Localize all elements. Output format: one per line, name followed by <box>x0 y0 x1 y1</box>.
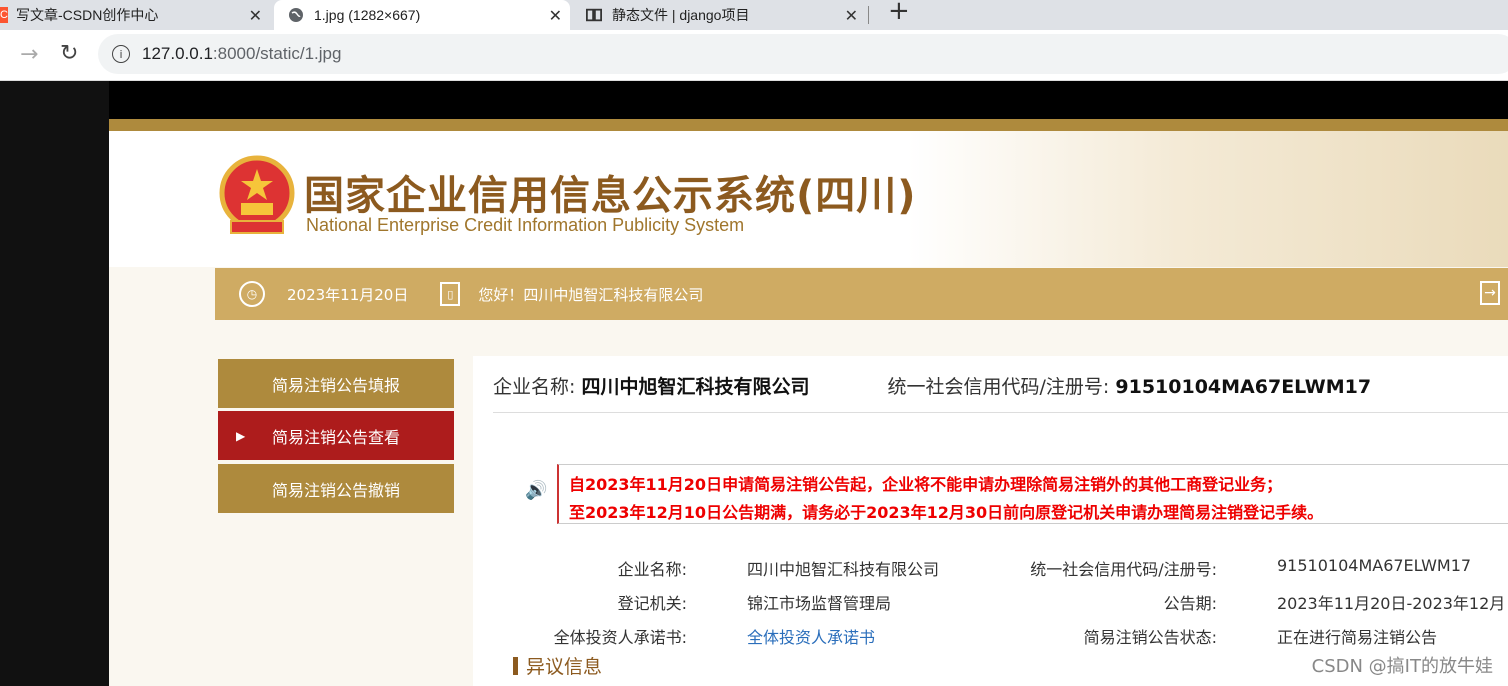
notice-line-1: 自2023年11月20日申请简易注销公告起，企业将不能申请办理除简易注销外的其他… <box>569 475 1283 494</box>
tab-label: 写文章-CSDN创作中心 <box>16 7 159 23</box>
menu-item-revoke[interactable]: 简易注销公告撤销 <box>218 464 454 513</box>
current-date: 2023年11月20日 <box>287 285 409 304</box>
site-title-cn: 国家企业信用信息公示系统(四川) <box>304 173 917 219</box>
code-label: 统一社会信用代码/注册号: <box>887 376 1110 398</box>
tab-bar: C 写文章-CSDN创作中心 ✕ 1.jpg (1282×667) ✕ 静态文件… <box>0 0 1508 30</box>
objection-label: 异议信息 <box>526 656 603 678</box>
info-icon[interactable]: i <box>112 45 130 63</box>
address-bar[interactable]: i 127.0.0.1:8000/static/1.jpg <box>98 34 1508 74</box>
menu-item-label: 简易注销公告撤销 <box>271 480 400 500</box>
detail-name-value: 四川中旭智汇科技有限公司 <box>747 560 940 579</box>
csdn-icon: C <box>0 7 8 23</box>
detail-period-label: 公告期: <box>1163 594 1217 613</box>
image-background-left <box>0 81 109 686</box>
tab-label: 1.jpg (1282×667) <box>314 7 421 23</box>
info-bar: ◷ 2023年11月20日 ▯ 您好！四川中旭智汇科技有限公司 → <box>215 268 1508 320</box>
company-label: 企业名称: <box>493 376 576 398</box>
menu-item-label: 简易注销公告查看 <box>271 427 400 447</box>
tab-django[interactable]: 静态文件 | django项目 ✕ <box>586 0 866 30</box>
reload-icon[interactable]: ↻ <box>60 41 78 66</box>
page-image: 国家企业信用信息公示系统(四川) National Enterprise Cre… <box>109 119 1508 686</box>
book-icon <box>586 7 602 23</box>
code-value: 91510104MA67ELWM17 <box>1115 376 1372 398</box>
menu-item-fill[interactable]: 简易注销公告填报 <box>218 359 454 408</box>
tab-image[interactable]: 1.jpg (1282×667) ✕ <box>274 0 570 30</box>
speaker-icon: 🔊 <box>525 480 548 501</box>
tab-divider <box>868 6 869 24</box>
close-icon[interactable]: ✕ <box>249 6 262 26</box>
watermark: CSDN @搞IT的放牛娃 <box>1311 656 1493 677</box>
play-icon: ▶ <box>236 428 246 443</box>
main-content: 企业名称: 四川中旭智汇科技有限公司 统一社会信用代码/注册号: 9151010… <box>473 356 1508 686</box>
commitment-link[interactable]: 全体投资人承诺书 <box>747 624 875 648</box>
objection-heading: 异议信息 <box>513 652 602 679</box>
detail-code-label: 统一社会信用代码/注册号: <box>1030 560 1217 579</box>
logout-icon[interactable]: → <box>1480 281 1500 305</box>
divider <box>493 412 1508 413</box>
menu-item-label: 简易注销公告填报 <box>271 375 400 395</box>
user-icon: ▯ <box>440 282 461 306</box>
detail-commit-label: 全体投资人承诺书: <box>553 628 687 647</box>
detail-org-label: 登记机关: <box>617 594 687 613</box>
close-icon[interactable]: ✕ <box>549 6 562 26</box>
notice-box: 自2023年11月20日申请简易注销公告起，企业将不能申请办理除简易注销外的其他… <box>557 464 1508 524</box>
national-emblem-icon <box>219 155 295 234</box>
detail-status-value: 正在进行简易注销公告 <box>1277 628 1438 647</box>
browser-toolbar: → ↻ i 127.0.0.1:8000/static/1.jpg <box>0 30 1508 81</box>
greeting-text: 您好！四川中旭智汇科技有限公司 <box>478 285 704 304</box>
detail-org-value: 锦江市场监督管理局 <box>747 594 892 613</box>
tab-label: 静态文件 | django项目 <box>612 7 750 23</box>
menu-item-view[interactable]: ▶ 简易注销公告查看 <box>218 411 454 460</box>
detail-status-label: 简易注销公告状态: <box>1083 628 1217 647</box>
clock-icon: ◷ <box>239 281 265 307</box>
forward-icon[interactable]: → <box>20 42 38 67</box>
mountain-background <box>908 131 1508 267</box>
url-text: 127.0.0.1:8000/static/1.jpg <box>142 44 342 63</box>
top-accent-bar <box>109 119 1508 131</box>
detail-period-value: 2023年11月20日-2023年12月 <box>1277 594 1506 613</box>
detail-name-label: 企业名称: <box>617 560 687 579</box>
site-title-en: National Enterprise Credit Information P… <box>306 215 745 235</box>
detail-code-value: 91510104MA67ELWM17 <box>1277 556 1472 575</box>
close-icon[interactable]: ✕ <box>845 6 858 26</box>
site-header: 国家企业信用信息公示系统(四川) National Enterprise Cre… <box>109 131 1508 267</box>
summary-row: 企业名称: 四川中旭智汇科技有限公司 统一社会信用代码/注册号: 9151010… <box>493 372 1371 399</box>
company-value: 四川中旭智汇科技有限公司 <box>581 376 810 398</box>
heading-marker <box>513 656 518 675</box>
notice-line-2: 至2023年12月10日公告期满，请务必于2023年12月30日前向原登记机关申… <box>569 503 1324 522</box>
new-tab-button[interactable]: + <box>888 0 910 26</box>
globe-icon <box>288 7 304 23</box>
tab-csdn[interactable]: C 写文章-CSDN创作中心 ✕ <box>0 0 270 30</box>
